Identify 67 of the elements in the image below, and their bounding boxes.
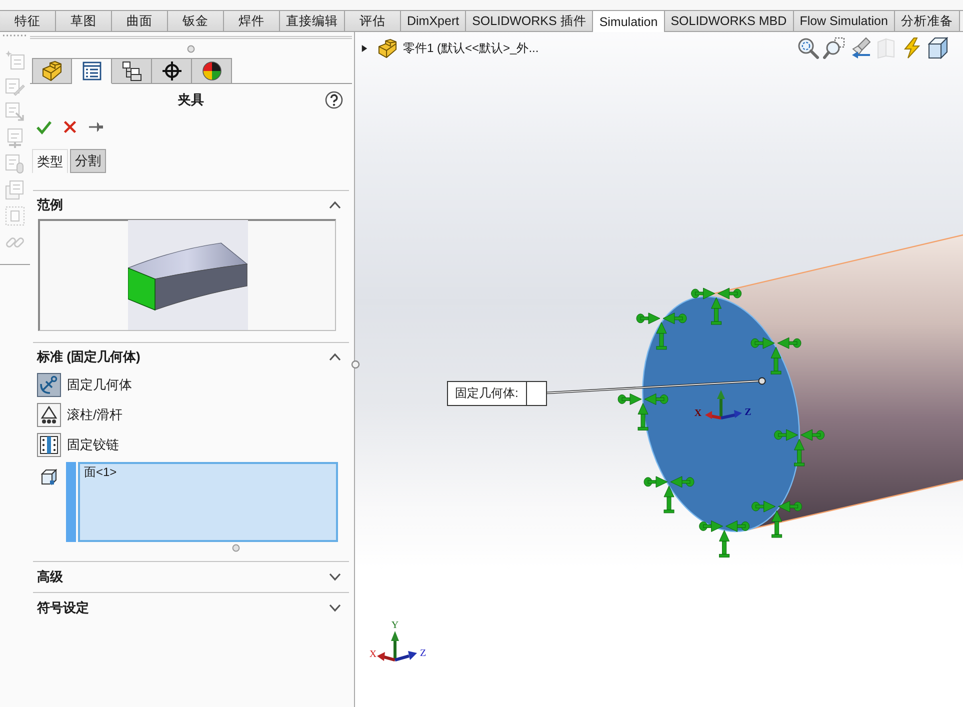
magnifier-icon[interactable] [797, 37, 819, 59]
fixture-symbol-icon [644, 476, 694, 514]
ribbon-tab[interactable]: 直接编辑 [280, 11, 345, 31]
axis-triad-icon [705, 390, 742, 420]
color-ball-icon [202, 61, 222, 81]
fixture-symbol-icon [699, 520, 750, 558]
ribbon-tab[interactable]: SOLIDWORKS MBD [664, 11, 794, 31]
fixture-symbol-icon [618, 393, 668, 430]
fixture-symbol-icon [691, 288, 742, 325]
ribbon-tab[interactable]: 钣金 [168, 11, 224, 31]
ribbon-tab[interactable]: 焊件 [224, 11, 280, 31]
fixture-type-option[interactable]: 固定铰链 [37, 430, 119, 460]
axis-label: X [694, 408, 702, 419]
selection-list-box[interactable]: 面<1> [78, 462, 338, 542]
selected-face[interactable] [642, 296, 800, 532]
panel-tab[interactable] [112, 58, 152, 84]
selection-item[interactable]: 面<1> [84, 465, 117, 480]
help-icon[interactable] [325, 91, 343, 109]
axis-label: Y [391, 620, 399, 631]
fixture-symbol-icon [636, 312, 687, 350]
crosshair-icon [162, 61, 182, 81]
part-block-icon [378, 38, 397, 58]
fixture-symbol-icon [774, 429, 825, 466]
ribbon-tab[interactable]: SOLIDWORKS 插件 [466, 11, 594, 31]
list-icon [82, 61, 102, 81]
panel-subtab[interactable]: 类型 [32, 149, 68, 173]
axis-label: X [369, 649, 377, 660]
part-block-icon [42, 61, 62, 81]
callout-text: 固定几何体: [454, 385, 520, 402]
panel-tab[interactable] [192, 58, 232, 84]
cross-icon[interactable] [63, 120, 77, 134]
part-tree-item[interactable]: 零件1 (默认<<默认>_外... [403, 40, 539, 56]
resize-grip-icon[interactable] [232, 544, 240, 552]
ribbon-tab[interactable]: Flow Simulation [794, 11, 895, 31]
check-icon[interactable] [36, 119, 52, 135]
panel-tab[interactable] [72, 58, 112, 84]
axis-label: Z [420, 648, 426, 659]
ribbon-tab[interactable]: DimXpert [401, 11, 466, 31]
section-header[interactable]: 标准 (固定几何体) [33, 342, 349, 370]
ribbon-tab[interactable]: 草图 [56, 11, 112, 31]
face-cube-icon [40, 468, 58, 486]
ribbon-tab[interactable]: Simulation [593, 11, 665, 32]
magnifier-frame-icon[interactable] [823, 37, 845, 59]
splitter-handle-icon[interactable] [351, 360, 360, 369]
panel-tab[interactable] [152, 58, 192, 84]
section-header[interactable]: 高级 [33, 561, 349, 592]
ribbon-tab[interactable]: 评估 [345, 11, 401, 31]
tree-icon [122, 61, 142, 81]
caret-right-icon[interactable] [361, 44, 368, 52]
grip-dots-icon[interactable] [2, 34, 28, 37]
ribbon-tab[interactable]: 曲面 [112, 11, 168, 31]
resize-grip-icon[interactable] [187, 44, 195, 52]
axis-label: Z [744, 407, 752, 418]
pin-icon[interactable] [88, 121, 104, 133]
ribbon-tab[interactable]: 特征 [0, 11, 56, 31]
fixture-type-option[interactable]: 滚柱/滑杆 [37, 400, 123, 430]
axis-triad-icon [377, 631, 417, 662]
section-header[interactable]: 范例 [33, 190, 349, 218]
section-header[interactable]: 符号设定 [33, 592, 349, 623]
ribbon-tab[interactable]: 分析准备 [894, 11, 960, 31]
panel-subtab[interactable]: 分割 [70, 149, 106, 173]
panel-title: 夹具 [178, 91, 204, 109]
fixture-type-option[interactable]: 固定几何体 [37, 370, 132, 400]
lightning-icon[interactable] [901, 37, 923, 59]
fixture-symbol-icon [752, 500, 802, 538]
fixture-symbol-icon [750, 337, 802, 374]
cube-icon[interactable] [927, 37, 949, 59]
